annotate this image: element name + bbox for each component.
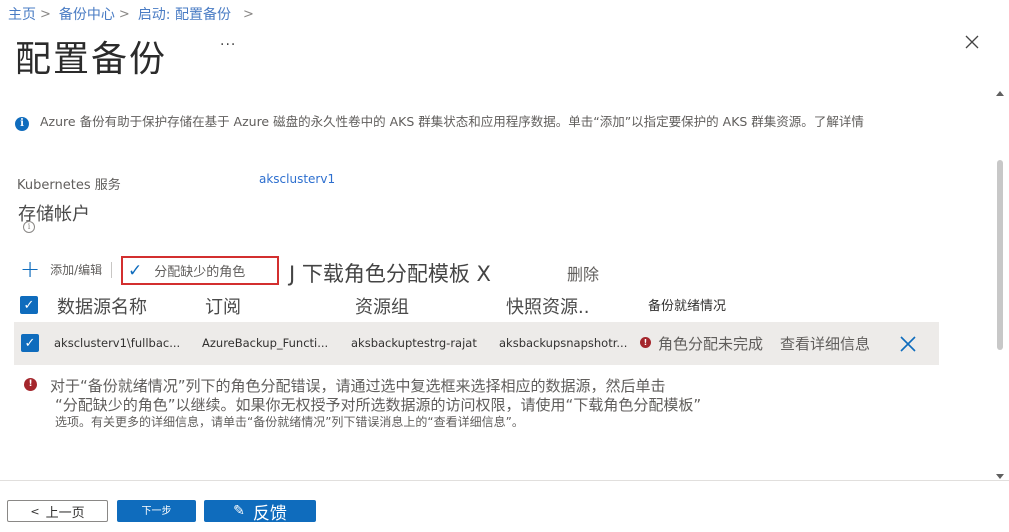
column-header-subscription[interactable]: 订阅 <box>205 293 241 319</box>
column-header-backup-readiness[interactable]: 备份就绪情况 <box>648 295 726 314</box>
kubernetes-service-label: Kubernetes 服务 <box>17 178 121 193</box>
page-title: 配置备份 <box>15 39 168 80</box>
breadcrumb-chevron: > <box>242 6 254 22</box>
remove-row-button[interactable] <box>899 335 917 353</box>
add-edit-label: 添加/编辑 <box>50 262 103 277</box>
add-edit-button[interactable]: + 添加/编辑 <box>20 255 103 283</box>
cell-resource-group: aksbackuptestrg-rajat <box>351 336 477 350</box>
feedback-icon: ✎ <box>233 503 245 519</box>
feedback-label: 反馈 <box>252 503 287 524</box>
row-checkbox[interactable]: ✓ <box>21 334 39 352</box>
breadcrumb: 主页 > 备份中心 > 启动: 配置备份 > <box>8 3 262 25</box>
kubernetes-service-link[interactable]: aksclusterv1 <box>259 172 335 186</box>
error-note-line: “分配缺少的角色”以继续。如果你无权授予对所选数据源的访问权限，请使用“下载角色… <box>55 396 702 414</box>
column-header-resource-group[interactable]: 资源组 <box>355 293 409 319</box>
error-icon: ! <box>640 337 651 348</box>
download-role-template-button[interactable]: J 下载角色分配模板 X <box>289 258 491 288</box>
info-circle-icon[interactable]: i <box>23 221 35 233</box>
error-note-line: 选项。有关更多的详细信息，请单击“备份就绪情况”列下错误消息上的“查看详细信息”… <box>55 415 524 429</box>
delete-button[interactable]: 删除 <box>567 261 599 285</box>
column-header-datasource[interactable]: 数据源名称 <box>57 293 147 319</box>
close-button[interactable] <box>962 32 982 52</box>
column-header-snapshot-resource[interactable]: 快照资源.. <box>506 293 589 319</box>
breadcrumb-configure-backup[interactable]: 启动: 配置备份 <box>138 4 231 24</box>
close-icon <box>900 336 916 352</box>
info-message: Azure 备份有助于保护存储在基于 Azure 磁盘的永久性卷中的 AKS 群… <box>40 114 870 129</box>
view-details-link[interactable]: 查看详细信息 <box>780 333 870 354</box>
toolbar-divider <box>111 262 112 278</box>
plus-icon: + <box>20 255 41 283</box>
scroll-up-arrow-icon[interactable] <box>995 84 1005 96</box>
select-all-checkbox[interactable]: ✓ <box>20 296 38 314</box>
assign-missing-roles-label: 分配缺少的角色 <box>154 265 246 280</box>
assign-missing-roles-button[interactable]: ✓ 分配缺少的角色 <box>121 256 279 285</box>
breadcrumb-home[interactable]: 主页 <box>8 4 36 24</box>
scroll-down-arrow-icon[interactable] <box>995 466 1005 479</box>
error-icon: ! <box>24 378 37 391</box>
learn-more-link[interactable]: 了解详情 <box>814 114 864 129</box>
breadcrumb-backup-center[interactable]: 备份中心 <box>59 4 115 24</box>
close-icon <box>965 35 979 49</box>
chevron-left-icon: < <box>30 504 40 518</box>
next-button[interactable]: 下一步 <box>117 500 196 522</box>
breadcrumb-separator: > <box>40 6 51 22</box>
footer-divider <box>0 480 1009 481</box>
cell-snapshot-resource: aksbackupsnapshotr... <box>499 336 628 350</box>
previous-button[interactable]: < 上一页 <box>7 500 108 522</box>
feedback-button[interactable]: ✎ 反馈 <box>204 500 316 524</box>
more-options-button[interactable]: ... <box>220 33 236 49</box>
error-note-line: 对于“备份就绪情况”列下的角色分配错误，请通过选中复选框来选择相应的数据源，然后… <box>50 377 666 395</box>
breadcrumb-separator: > <box>118 6 130 22</box>
cell-subscription: AzureBackup_Functi... <box>202 336 329 350</box>
checkmark-icon: ✓ <box>128 260 143 281</box>
cell-datasource-name: aksclusterv1\fullbac... <box>54 336 181 350</box>
previous-label: 上一页 <box>45 505 85 521</box>
scrollbar-thumb[interactable] <box>997 160 1003 350</box>
info-message-text: Azure 备份有助于保护存储在基于 Azure 磁盘的永久性卷中的 AKS 群… <box>40 114 814 129</box>
cell-backup-readiness-status: 角色分配未完成 <box>658 335 764 353</box>
info-icon: i <box>15 117 29 131</box>
